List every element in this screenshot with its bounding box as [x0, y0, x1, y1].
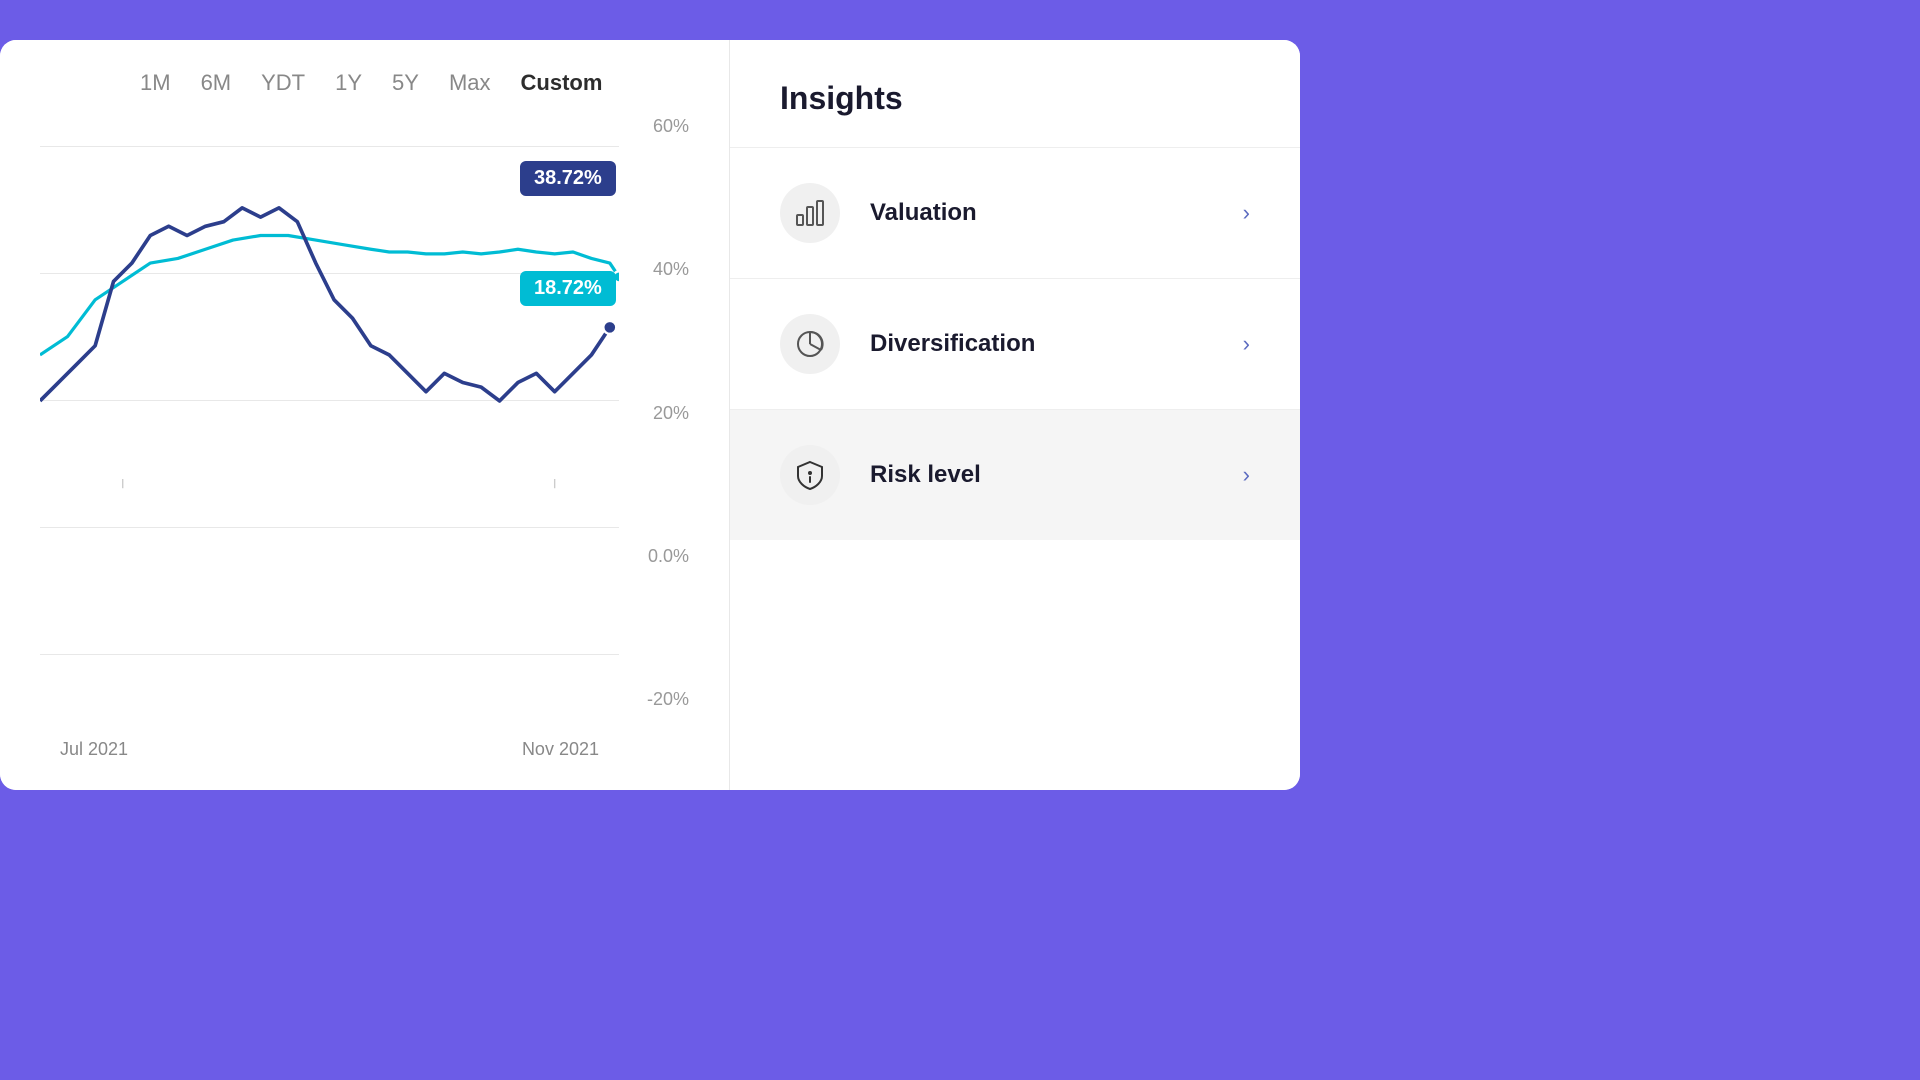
insights-title: Insights — [780, 80, 1250, 117]
insights-panel: Insights Valuation › — [730, 40, 1300, 790]
valuation-label: Valuation — [870, 199, 1243, 227]
bar-chart-icon — [794, 197, 826, 229]
x-axis: Jul 2021 Nov 2021 — [40, 739, 619, 760]
filter-ydt[interactable]: YDT — [261, 70, 305, 96]
tooltip-cyan-container: 18.72% — [520, 271, 556, 281]
insights-header: Insights — [730, 40, 1300, 147]
pie-chart-icon — [794, 328, 826, 360]
risk-icon-wrapper — [780, 445, 840, 505]
insight-diversification[interactable]: Diversification › — [730, 278, 1300, 409]
filter-max[interactable]: Max — [449, 70, 491, 96]
filter-1y[interactable]: 1Y — [335, 70, 362, 96]
chart-panel: 1M 6M YDT 1Y 5Y Max Custom — [0, 40, 730, 790]
main-container: 1M 6M YDT 1Y 5Y Max Custom — [0, 40, 1300, 790]
filter-5y[interactable]: 5Y — [392, 70, 419, 96]
x-label-nov: Nov 2021 — [522, 739, 599, 760]
filter-1m[interactable]: 1M — [140, 70, 171, 96]
tooltip-cyan-value: 18.72% — [520, 271, 616, 306]
filter-6m[interactable]: 6M — [201, 70, 232, 96]
y-label-60: 60% — [653, 116, 689, 137]
filter-custom[interactable]: Custom — [521, 70, 603, 96]
diversification-label: Diversification — [870, 330, 1243, 358]
valuation-icon-wrapper — [780, 183, 840, 243]
valuation-chevron: › — [1243, 200, 1250, 226]
time-filters: 1M 6M YDT 1Y 5Y Max Custom — [40, 40, 689, 116]
diversification-chevron: › — [1243, 331, 1250, 357]
y-label-0: 0.0% — [648, 546, 689, 567]
y-label-20: 20% — [653, 403, 689, 424]
insight-risk-level[interactable]: Risk level › — [730, 409, 1300, 540]
tooltip-blue-container: 38.72% — [520, 161, 556, 171]
diversification-icon-wrapper — [780, 314, 840, 374]
y-axis: 60% 40% 20% 0.0% -20% — [629, 116, 689, 720]
risk-level-label: Risk level — [870, 461, 1243, 489]
y-label-40: 40% — [653, 259, 689, 280]
shield-icon — [794, 459, 826, 491]
tooltip-blue-value: 38.72% — [520, 161, 616, 196]
insight-valuation[interactable]: Valuation › — [730, 147, 1300, 278]
y-label-neg20: -20% — [647, 689, 689, 710]
risk-level-chevron: › — [1243, 462, 1250, 488]
x-label-jul: Jul 2021 — [60, 739, 128, 760]
chart-area: 38.72% 18.72% 60% 40% 20% 0.0% -20% — [40, 116, 689, 760]
